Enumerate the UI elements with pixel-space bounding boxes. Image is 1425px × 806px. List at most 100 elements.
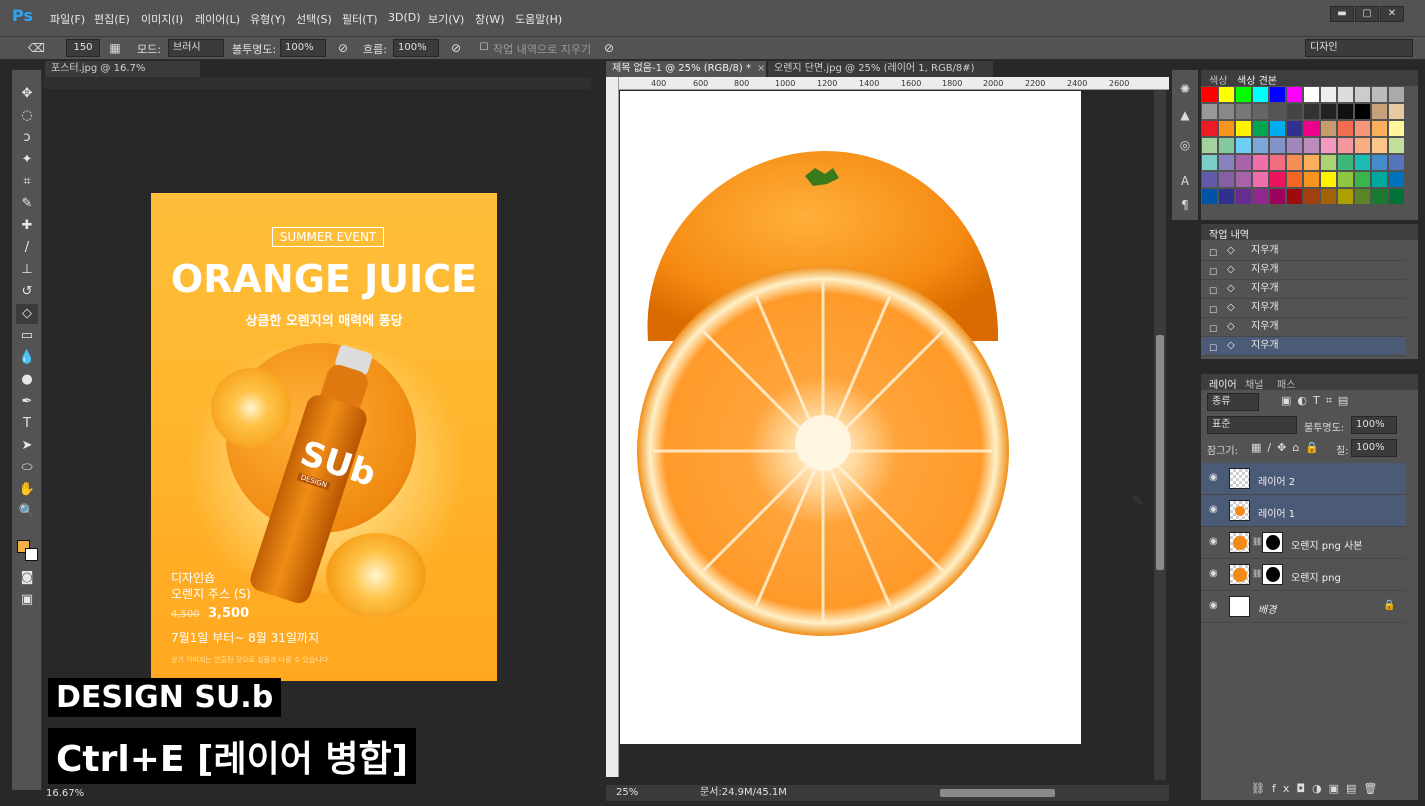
color-swatch[interactable] (1202, 121, 1217, 136)
workspace-select[interactable]: 디자인 (1305, 39, 1413, 57)
color-swatch[interactable] (1219, 121, 1234, 136)
menu-image[interactable]: 이미지(I) (141, 11, 183, 27)
color-swatch[interactable] (1338, 104, 1353, 119)
color-swatch[interactable] (1270, 87, 1285, 102)
color-swatch[interactable] (1202, 87, 1217, 102)
color-swatch[interactable] (1253, 155, 1268, 170)
color-swatch[interactable] (1321, 138, 1336, 153)
healing-tool-icon[interactable]: ✚ (16, 216, 38, 236)
close-icon[interactable]: × (757, 63, 765, 74)
color-swatch[interactable] (1236, 121, 1251, 136)
minimize-button[interactable]: ▬ (1330, 6, 1354, 22)
history-item[interactable]: ☐ ◇ 지우개 (1201, 318, 1406, 337)
color-swatch[interactable] (1321, 172, 1336, 187)
color-swatch[interactable] (1338, 155, 1353, 170)
lock-icons[interactable]: ▦/✥⌂🔒 (1251, 441, 1325, 454)
pressure-opacity-icon[interactable]: ⊘ (335, 40, 351, 56)
history-item[interactable]: ☐ ◇ 지우개 (1201, 299, 1406, 318)
color-swatch[interactable] (1253, 138, 1268, 153)
menu-layer[interactable]: 레이어(L) (195, 11, 240, 27)
eraser-tool-icon[interactable]: ◇ (16, 304, 38, 324)
visibility-eye-icon[interactable]: ◉ (1209, 504, 1218, 515)
visibility-eye-icon[interactable]: ◉ (1209, 568, 1218, 579)
color-panel-icon[interactable]: ✺ (1177, 82, 1193, 98)
layer-row[interactable]: ◉ 배경 🔒 (1201, 591, 1406, 623)
history-item-selected[interactable]: ☐ ◇ 지우개 (1201, 337, 1406, 356)
color-swatch[interactable] (1202, 138, 1217, 153)
tab-layers[interactable]: 레이어 (1209, 376, 1237, 391)
color-swatch[interactable] (1338, 87, 1353, 102)
color-swatch[interactable] (1287, 104, 1302, 119)
color-swatch[interactable] (1253, 87, 1268, 102)
shape-tool-icon[interactable]: ⬭ (16, 458, 38, 478)
pen-tool-icon[interactable]: ✒ (16, 392, 38, 412)
dodge-tool-icon[interactable]: ● (16, 370, 38, 390)
quick-mask-icon[interactable]: ◙ (16, 568, 38, 588)
color-swatch[interactable] (1236, 155, 1251, 170)
color-swatch[interactable] (1321, 155, 1336, 170)
color-swatch[interactable] (1355, 121, 1370, 136)
color-swatch[interactable] (1287, 172, 1302, 187)
adjustments-icon[interactable]: ◎ (1177, 138, 1193, 154)
visibility-eye-icon[interactable]: ◉ (1209, 536, 1218, 547)
close-window-button[interactable]: ✕ (1380, 6, 1404, 22)
color-swatch[interactable] (1270, 172, 1285, 187)
color-swatch[interactable] (1304, 155, 1319, 170)
color-swatch[interactable] (1202, 172, 1217, 187)
mode-select[interactable]: 브러시 (168, 39, 224, 57)
history-brush-tool-icon[interactable]: ↺ (16, 282, 38, 302)
histogram-icon[interactable]: ▲ (1177, 108, 1193, 124)
blur-tool-icon[interactable]: 💧 (16, 348, 38, 368)
color-swatch[interactable] (1270, 121, 1285, 136)
layer-row[interactable]: ◉ ⛓ 오렌지 png 사본 (1201, 527, 1406, 559)
crop-tool-icon[interactable]: ⌗ (16, 172, 38, 192)
background-color-swatch[interactable] (25, 548, 38, 561)
color-swatch[interactable] (1236, 172, 1251, 187)
color-swatch[interactable] (1389, 155, 1404, 170)
layers-footer-icons[interactable]: ⛓fx◘◑▣▤🗑 (1251, 782, 1384, 795)
color-swatch[interactable] (1287, 138, 1302, 153)
color-swatch[interactable] (1389, 138, 1404, 153)
character-panel-icon[interactable]: A (1177, 174, 1193, 190)
color-swatch[interactable] (1372, 172, 1387, 187)
color-swatch[interactable] (1321, 189, 1336, 204)
layer-opacity-input[interactable]: 100% (1351, 416, 1397, 434)
color-swatch[interactable] (1236, 138, 1251, 153)
color-swatch[interactable] (1372, 121, 1387, 136)
color-swatch[interactable] (1219, 155, 1234, 170)
color-swatch[interactable] (1270, 104, 1285, 119)
color-swatch[interactable] (1304, 138, 1319, 153)
color-swatch[interactable] (1287, 121, 1302, 136)
color-swatch[interactable] (1321, 121, 1336, 136)
color-swatch[interactable] (1304, 189, 1319, 204)
screen-mode-icon[interactable]: ▣ (16, 590, 38, 610)
scrollbar-thumb[interactable] (1156, 335, 1164, 570)
tab-poster[interactable]: 포스터.jpg @ 16.7% (RGB/8)× (45, 61, 200, 90)
path-select-tool-icon[interactable]: ➤ (16, 436, 38, 456)
color-swatch[interactable] (1202, 155, 1217, 170)
history-item[interactable]: ☐ ◇ 지우개 (1201, 242, 1406, 261)
color-swatch[interactable] (1355, 189, 1370, 204)
brush-panel-icon[interactable]: ▦ (107, 40, 123, 56)
menu-filter[interactable]: 필터(T) (342, 11, 378, 27)
color-swatch[interactable] (1219, 104, 1234, 119)
zoom-tool-icon[interactable]: 🔍 (16, 502, 38, 522)
eyedropper-tool-icon[interactable]: ✎ (16, 194, 38, 214)
color-swatch[interactable] (1304, 172, 1319, 187)
lasso-tool-icon[interactable]: ↄ (16, 128, 38, 148)
color-swatch[interactable] (1389, 104, 1404, 119)
pressure-size-icon[interactable]: ⊘ (601, 40, 617, 56)
layer-filter-select[interactable]: 종류 (1207, 393, 1259, 411)
tab-swatches[interactable]: 색상 견본 (1237, 72, 1277, 87)
color-swatch[interactable] (1338, 121, 1353, 136)
brush-size-picker[interactable]: 150 (66, 39, 100, 57)
color-swatch[interactable] (1389, 87, 1404, 102)
color-swatch[interactable] (1236, 189, 1251, 204)
color-swatch[interactable] (1270, 138, 1285, 153)
tab-color[interactable]: 색상 (1209, 72, 1227, 87)
menu-file[interactable]: 파일(F) (50, 11, 85, 27)
color-swatch[interactable] (1270, 155, 1285, 170)
color-swatch[interactable] (1355, 104, 1370, 119)
color-swatch[interactable] (1338, 172, 1353, 187)
color-swatch[interactable] (1372, 189, 1387, 204)
